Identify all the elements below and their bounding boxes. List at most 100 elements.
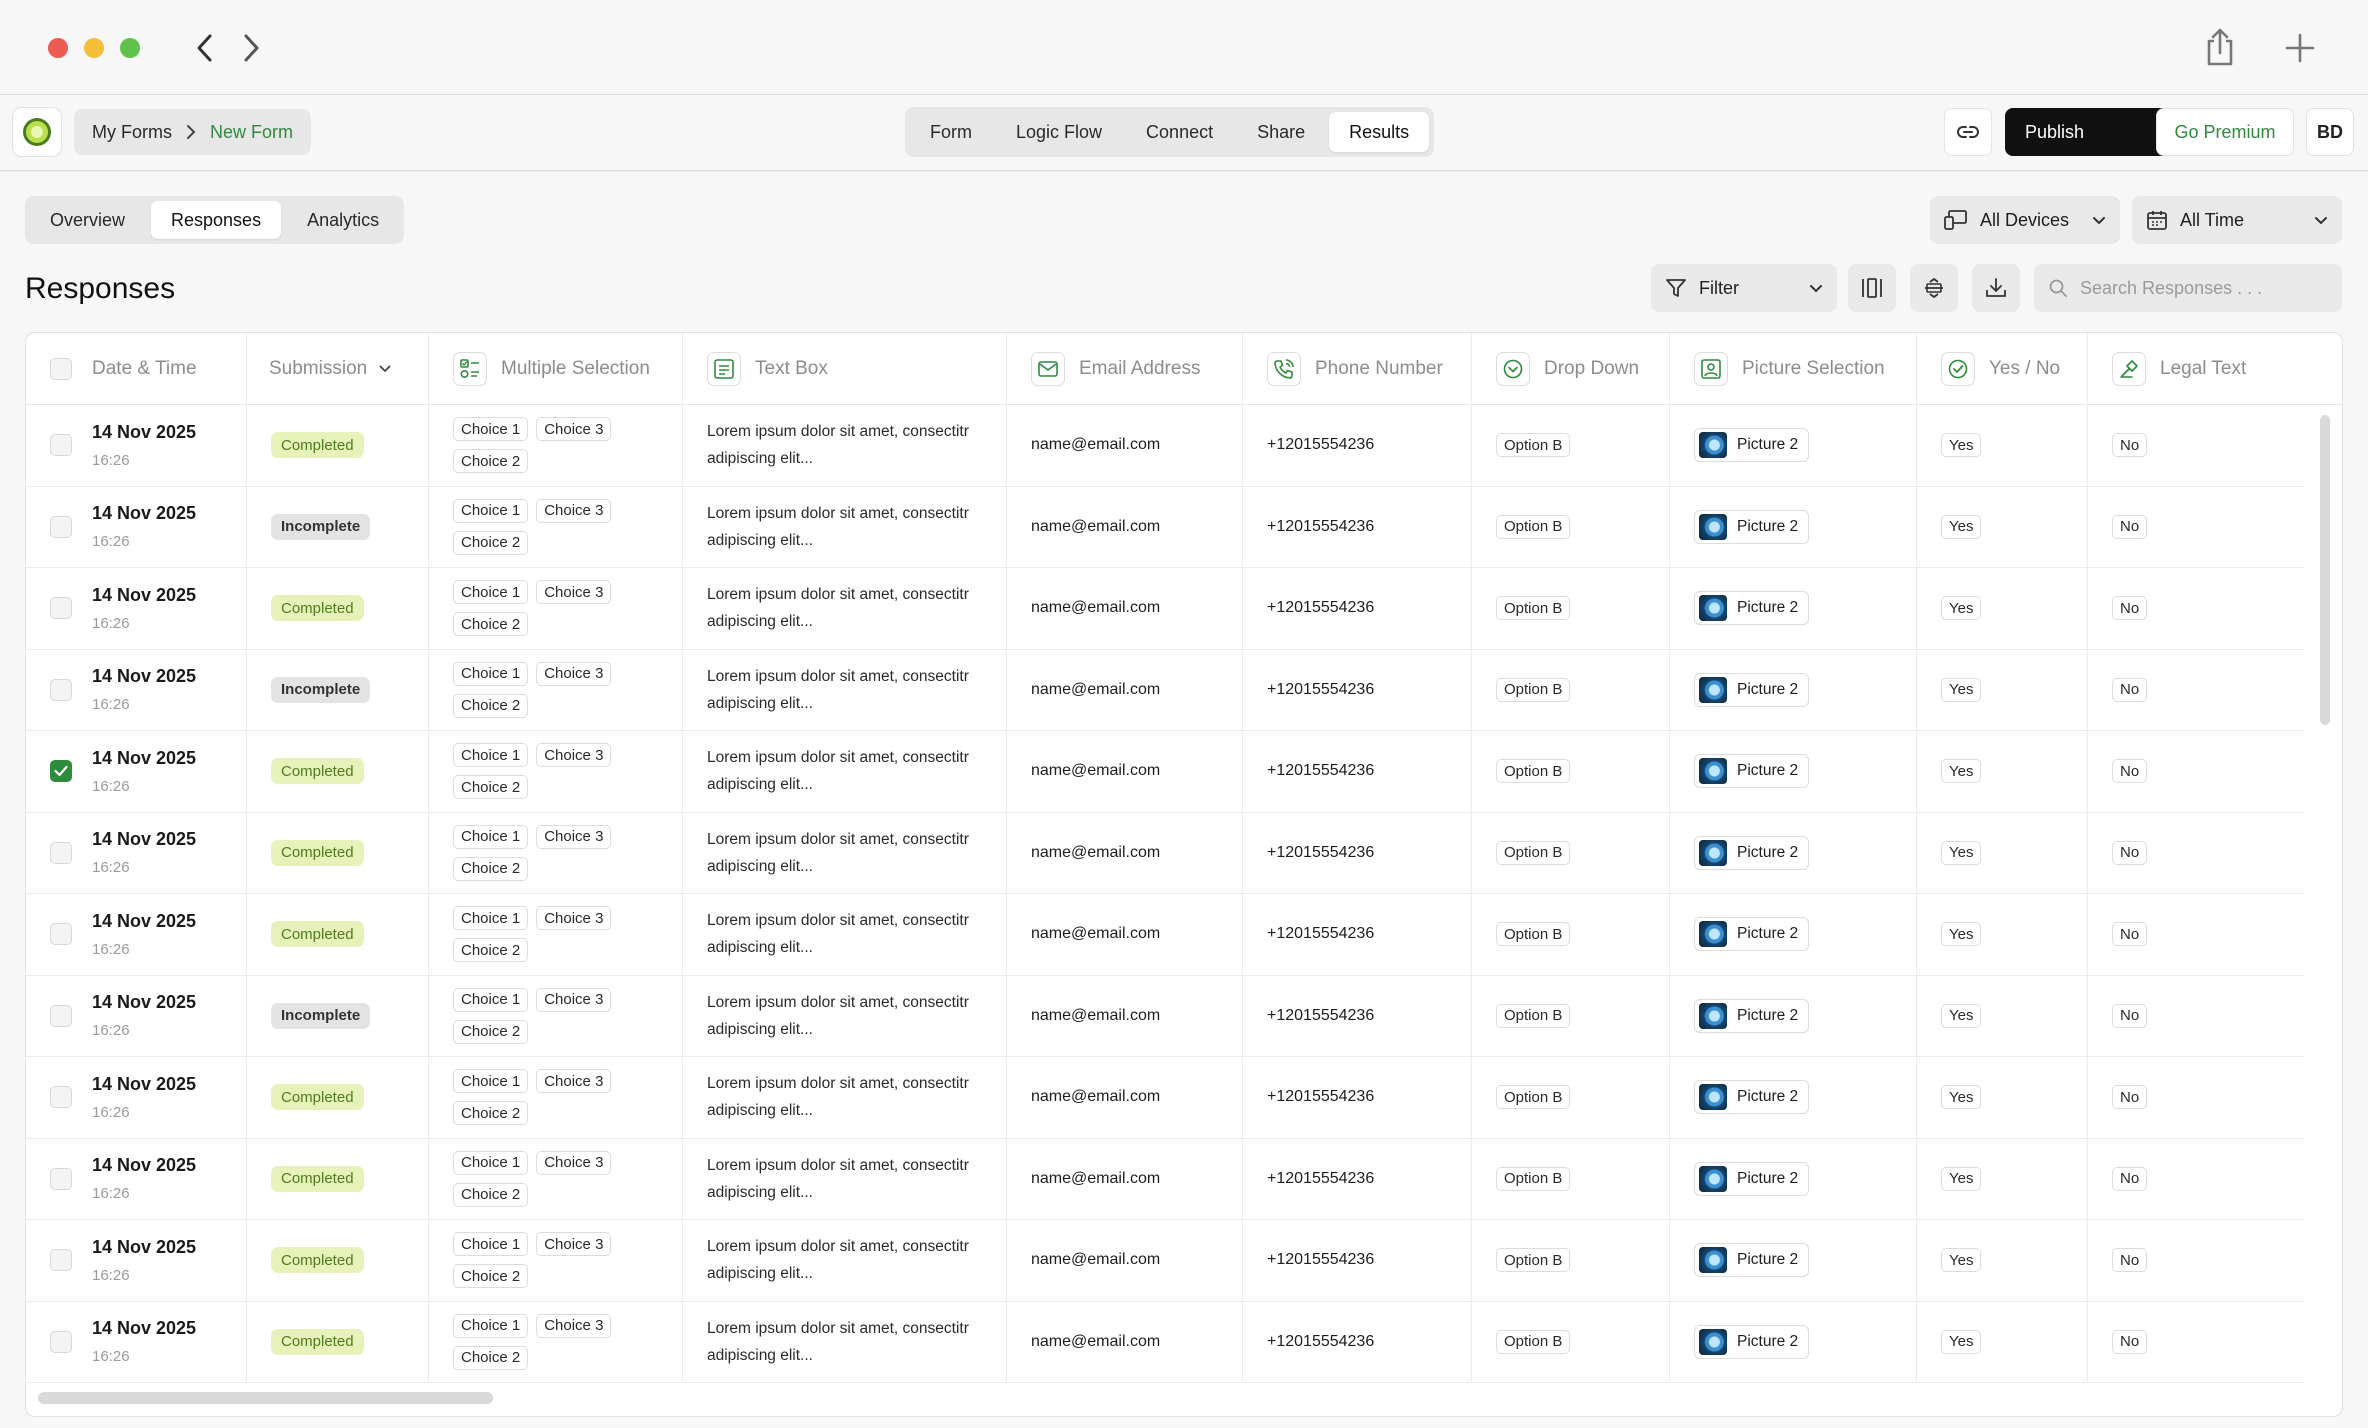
go-premium-button[interactable]: Go Premium — [2156, 108, 2294, 156]
row-checkbox[interactable] — [50, 1249, 72, 1272]
table-row[interactable]: 14 Nov 2025 16:26 Completed Choice 1 Cho… — [26, 1301, 2304, 1383]
email-value: name@email.com — [1031, 762, 1161, 780]
breadcrumb-my-forms[interactable]: My Forms — [92, 122, 172, 143]
legal-value: No — [2112, 1248, 2148, 1273]
text-box-value: Lorem ipsum dolor sit amet, consectitr a… — [707, 912, 969, 957]
vertical-scrollbar[interactable] — [2320, 415, 2330, 725]
date-time: 14 Nov 2025 16:26 — [92, 1074, 196, 1121]
cell-text-box: Lorem ipsum dolor sit amet, consectitr a… — [683, 894, 1007, 975]
picture-chip: Picture 2 — [1694, 1161, 1810, 1196]
choice-chip: Choice 2 — [453, 1345, 529, 1370]
tab-logic-flow[interactable]: Logic Flow — [996, 112, 1122, 152]
close-window-button[interactable] — [48, 38, 68, 58]
header-email-address[interactable]: Email Address — [1007, 333, 1243, 405]
row-checkbox[interactable] — [50, 760, 72, 783]
download-button[interactable] — [1972, 264, 2020, 312]
maximize-window-button[interactable] — [120, 38, 140, 58]
subtab-overview[interactable]: Overview — [30, 201, 145, 239]
choice-chip: Choice 2 — [453, 775, 529, 800]
header-legal-text[interactable]: Legal Text — [2088, 333, 2342, 405]
header-picture-selection[interactable]: Picture Selection — [1670, 333, 1917, 405]
row-checkbox[interactable] — [50, 1330, 72, 1353]
table-row[interactable]: 14 Nov 2025 16:26 Completed Choice 1 Cho… — [26, 405, 2304, 487]
table-row[interactable]: 14 Nov 2025 16:26 Completed Choice 1 Cho… — [26, 812, 2304, 894]
select-all-checkbox[interactable] — [50, 358, 72, 380]
cell-date-time: 14 Nov 2025 16:26 — [26, 1301, 247, 1382]
row-checkbox[interactable] — [50, 597, 72, 620]
dropdown-value: Option B — [1496, 1003, 1571, 1028]
new-tab-button[interactable] — [2280, 28, 2320, 68]
cell-text-box: Lorem ipsum dolor sit amet, consectitr a… — [683, 568, 1007, 649]
main-nav-tabs: Form Logic Flow Connect Share Results — [905, 107, 1435, 157]
tab-results[interactable]: Results — [1329, 112, 1430, 152]
choice-chip: Choice 3 — [536, 1313, 612, 1338]
row-checkbox[interactable] — [50, 1004, 72, 1027]
header-drop-down[interactable]: Drop Down — [1472, 333, 1670, 405]
header-phone-number[interactable]: Phone Number — [1243, 333, 1472, 405]
tab-share[interactable]: Share — [1237, 112, 1325, 152]
row-checkbox[interactable] — [50, 923, 72, 946]
filter-icon — [1666, 279, 1686, 297]
table-row[interactable]: 14 Nov 2025 16:26 Completed Choice 1 Cho… — [26, 1057, 2304, 1139]
row-checkbox[interactable] — [50, 515, 72, 538]
search-input[interactable] — [2080, 277, 2320, 299]
horizontal-scrollbar[interactable] — [38, 1392, 493, 1404]
text-box-value: Lorem ipsum dolor sit amet, consectitr a… — [707, 830, 969, 875]
cell-date-time: 14 Nov 2025 16:26 — [26, 975, 247, 1056]
back-button[interactable] — [188, 28, 220, 68]
table-row[interactable]: 14 Nov 2025 16:26 Incomplete Choice 1 Ch… — [26, 649, 2304, 731]
dropdown-value: Option B — [1496, 759, 1571, 784]
header-date-time[interactable]: Date & Time — [26, 333, 247, 405]
header-text-box[interactable]: Text Box — [683, 333, 1007, 405]
subtab-responses[interactable]: Responses — [151, 201, 282, 239]
picture-thumbnail — [1699, 758, 1727, 785]
header-multiple-selection[interactable]: Multiple Selection — [429, 333, 683, 405]
cell-multiple-selection: Choice 1 Choice 3 Choice 2 — [429, 486, 683, 567]
row-checkbox[interactable] — [50, 678, 72, 701]
row-density-button[interactable] — [1910, 264, 1958, 312]
text-box-value: Lorem ipsum dolor sit amet, consectitr a… — [707, 667, 969, 712]
header-submission[interactable]: Submission — [247, 333, 429, 405]
table-row[interactable]: 14 Nov 2025 16:26 Incomplete Choice 1 Ch… — [26, 975, 2304, 1057]
columns-button[interactable] — [1848, 264, 1896, 312]
response-date: 14 Nov 2025 — [92, 829, 197, 850]
share-button[interactable] — [2200, 24, 2240, 70]
cell-legal-text: No — [2088, 976, 2304, 1057]
tab-form[interactable]: Form — [910, 112, 992, 152]
cell-submission: Completed — [247, 1138, 429, 1219]
forward-button[interactable] — [236, 28, 268, 68]
table-row[interactable]: 14 Nov 2025 16:26 Completed Choice 1 Cho… — [26, 731, 2304, 813]
app-logo[interactable] — [12, 107, 62, 157]
devices-label: All Devices — [1980, 209, 2070, 230]
cell-text-box: Lorem ipsum dolor sit amet, consectitr a… — [683, 1138, 1007, 1219]
row-checkbox[interactable] — [50, 841, 72, 864]
tab-connect[interactable]: Connect — [1126, 112, 1233, 152]
header-yes-no[interactable]: Yes / No — [1917, 333, 2088, 405]
subtab-analytics[interactable]: Analytics — [287, 201, 399, 239]
picture-chip: Picture 2 — [1694, 835, 1810, 870]
status-badge: Completed — [271, 1247, 364, 1274]
yes-no-value: Yes — [1941, 677, 1982, 702]
time-range-dropdown[interactable]: All Time — [2132, 196, 2342, 244]
choice-chip: Choice 2 — [453, 1264, 529, 1289]
devices-dropdown[interactable]: All Devices — [1930, 196, 2120, 244]
row-checkbox[interactable] — [50, 1167, 72, 1190]
cell-legal-text: No — [2088, 731, 2304, 812]
minimize-window-button[interactable] — [84, 38, 104, 58]
table-row[interactable]: 14 Nov 2025 16:26 Completed Choice 1 Cho… — [26, 894, 2304, 976]
copy-link-button[interactable] — [1944, 108, 1992, 156]
cell-picture-selection: Picture 2 — [1670, 405, 1917, 486]
table-row[interactable]: 14 Nov 2025 16:26 Incomplete Choice 1 Ch… — [26, 486, 2304, 568]
table-row[interactable]: 14 Nov 2025 16:26 Completed Choice 1 Cho… — [26, 1138, 2304, 1220]
picture-label: Picture 2 — [1737, 1251, 1799, 1269]
breadcrumb-new-form[interactable]: New Form — [210, 122, 293, 143]
table-row[interactable]: 14 Nov 2025 16:26 Completed Choice 1 Cho… — [26, 568, 2304, 650]
table-row[interactable]: 14 Nov 2025 16:26 Completed Choice 1 Cho… — [26, 1220, 2304, 1302]
cell-multiple-selection: Choice 1 Choice 3 Choice 2 — [429, 568, 683, 649]
header-label: Phone Number — [1315, 358, 1443, 379]
row-checkbox[interactable] — [50, 1086, 72, 1109]
filter-dropdown[interactable]: Filter — [1651, 264, 1837, 312]
row-checkbox[interactable] — [50, 434, 72, 457]
avatar[interactable]: BD — [2306, 108, 2354, 156]
picture-icon — [1694, 352, 1728, 386]
